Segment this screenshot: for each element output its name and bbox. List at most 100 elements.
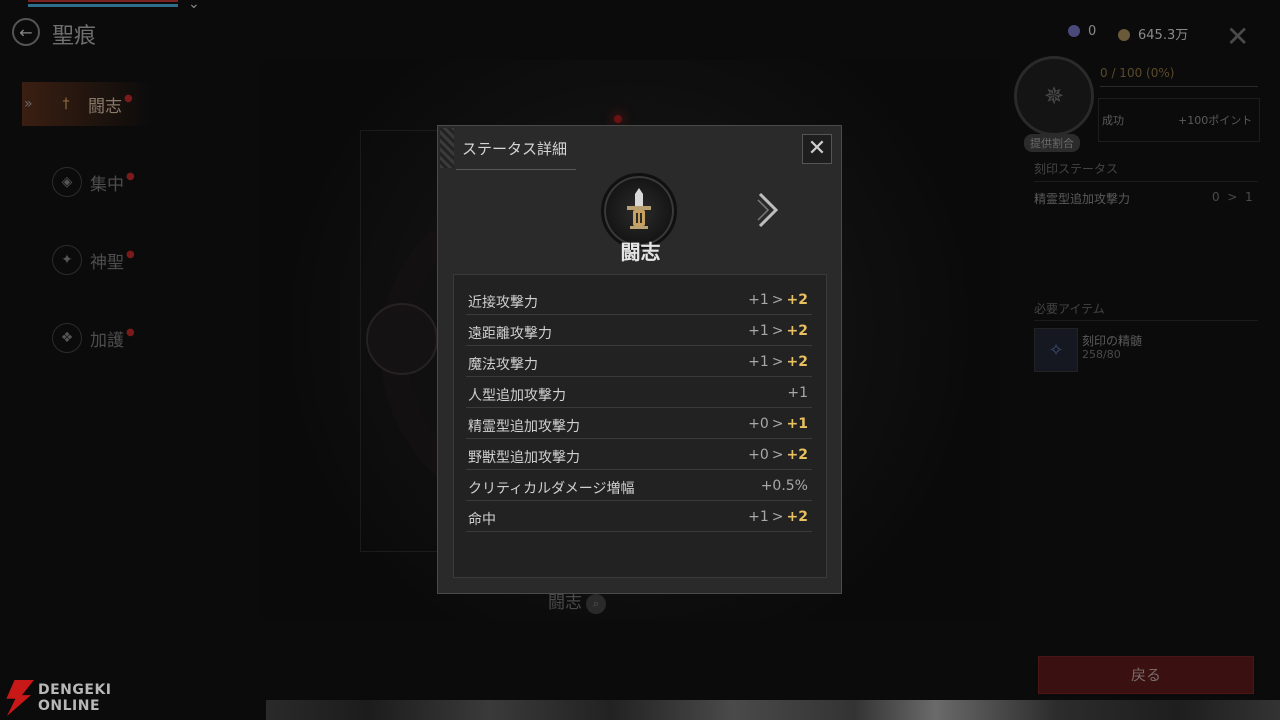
search-icon[interactable]: ⌕ bbox=[586, 594, 606, 614]
sidebar-item-label: 集中 bbox=[90, 174, 124, 195]
stat-row: 近接攻撃力 +1 > +2 bbox=[466, 285, 812, 315]
stat-name: 人型追加攻撃力 bbox=[468, 388, 566, 404]
notification-dot: ● bbox=[126, 170, 135, 182]
sword-icon bbox=[627, 188, 651, 229]
stat-from: 0 bbox=[1212, 190, 1220, 204]
gold-count: 645.3万 bbox=[1138, 28, 1189, 43]
stat-from: +1 bbox=[748, 509, 769, 525]
selected-node-label: 闘志 bbox=[548, 593, 582, 613]
arrow-icon: > bbox=[771, 509, 784, 525]
stat-value: +1 > +2 bbox=[748, 509, 808, 525]
progress-bar bbox=[1100, 86, 1258, 87]
hp-bar bbox=[28, 0, 178, 2]
section-title-items: 必要アイテム bbox=[1034, 302, 1105, 316]
notification-dot: ● bbox=[124, 92, 133, 104]
stat-value: +0 > +2 bbox=[748, 447, 808, 463]
stat-from: +1 bbox=[748, 354, 769, 370]
sidebar-item-label: 闘志 bbox=[88, 96, 122, 117]
page-title: 聖痕 bbox=[52, 24, 97, 49]
sidebar-item-kago[interactable]: ❖ 加護 ● bbox=[20, 316, 150, 360]
active-node-indicator bbox=[614, 115, 622, 123]
stat-row: 魔法攻撃力 +1 > +2 bbox=[466, 347, 812, 377]
stat-value: +1 > +2 bbox=[748, 292, 808, 308]
shield-icon: ❖ bbox=[52, 323, 82, 353]
arrow-icon: > bbox=[771, 416, 784, 432]
arrow-icon: > bbox=[771, 323, 784, 339]
rate-badge[interactable]: 提供割合 bbox=[1024, 134, 1080, 152]
stat-row: 遠距離攻撃力 +1 > +2 bbox=[466, 316, 812, 346]
close-button[interactable]: ✕ bbox=[802, 134, 832, 164]
arrow-icon: > bbox=[771, 292, 784, 308]
stat-from: +1 bbox=[787, 385, 808, 401]
modal-title: ステータス詳細 bbox=[462, 140, 568, 158]
stat-value: +1 bbox=[787, 385, 808, 401]
stat-name: 近接攻撃力 bbox=[468, 295, 538, 311]
sidebar-item-shinsei[interactable]: ✦ 神聖 ● bbox=[20, 238, 150, 282]
target-icon: ◈ bbox=[52, 167, 82, 197]
stat-to: +2 bbox=[786, 292, 808, 308]
stat-name: 精霊型追加攻撃力 bbox=[1034, 192, 1131, 206]
item-count: 258/80 bbox=[1082, 348, 1121, 361]
holy-icon: ✦ bbox=[52, 245, 82, 275]
stat-to: +1 bbox=[786, 416, 808, 432]
item-name: 刻印の精髄 bbox=[1082, 334, 1143, 348]
modal-header: ステータス詳細 ✕ bbox=[438, 126, 841, 170]
stat-change: 0 > 1 bbox=[1212, 190, 1253, 204]
notification-dot: ● bbox=[126, 326, 135, 338]
watermark-line2: ONLINE bbox=[38, 698, 101, 714]
stat-row: 精霊型追加攻撃力 +0 > +1 bbox=[466, 409, 812, 439]
stat-value: +1 > +2 bbox=[748, 354, 808, 370]
rune-slot-icon[interactable] bbox=[366, 303, 438, 375]
chevron-down-icon[interactable]: ⌄ bbox=[188, 0, 200, 12]
essence-item-icon[interactable]: ✧ bbox=[1034, 328, 1078, 372]
sidebar-item-label: 神聖 bbox=[90, 252, 124, 273]
stat-row: 人型追加攻撃力 +1 bbox=[466, 378, 812, 408]
divider bbox=[456, 169, 576, 170]
stat-value: +0.5% bbox=[761, 478, 808, 494]
stat-to: +2 bbox=[786, 354, 808, 370]
gem-icon bbox=[1068, 25, 1080, 37]
stat-name: 命中 bbox=[468, 512, 496, 528]
sidebar-item-toushi[interactable]: » † 闘志 ● bbox=[22, 82, 152, 126]
gem-count: 0 bbox=[1088, 24, 1097, 39]
stat-to: 1 bbox=[1244, 190, 1253, 204]
back-button[interactable]: 戻る bbox=[1038, 656, 1254, 694]
stat-name: 遠距離攻撃力 bbox=[468, 326, 552, 342]
notification-dot: ● bbox=[126, 248, 135, 260]
stat-to: +2 bbox=[786, 509, 808, 525]
arrow-icon: > bbox=[771, 354, 784, 370]
close-icon[interactable]: ✕ bbox=[1226, 20, 1249, 53]
success-label: 成功 bbox=[1102, 114, 1124, 127]
stat-value: +0 > +1 bbox=[748, 416, 808, 432]
stat-name: 精霊型追加攻撃力 bbox=[468, 419, 580, 435]
sword-icon: † bbox=[62, 96, 70, 112]
divider bbox=[1034, 320, 1258, 321]
gold-coin-icon bbox=[1118, 29, 1130, 41]
watermark-logo: DENGEKI ONLINE bbox=[4, 680, 124, 716]
sidebar-item-shuuchuu[interactable]: ◈ 集中 ● bbox=[20, 160, 150, 204]
lightning-bolt-icon bbox=[6, 680, 34, 716]
gold-currency: 645.3万 bbox=[1118, 24, 1188, 43]
stat-value: +1 > +2 bbox=[748, 323, 808, 339]
stat-from: +0 bbox=[748, 447, 769, 463]
gem-currency: 0 bbox=[1068, 24, 1096, 39]
chevron-right-icon[interactable] bbox=[754, 190, 782, 230]
stat-row: クリティカルダメージ増幅 +0.5% bbox=[466, 471, 812, 501]
stat-name: 野獣型追加攻撃力 bbox=[468, 450, 580, 466]
stat-name: 魔法攻撃力 bbox=[468, 357, 538, 373]
mp-bar bbox=[28, 4, 178, 7]
stat-from: +1 bbox=[748, 292, 769, 308]
stigma-emblem-icon: ✵ bbox=[1014, 56, 1094, 136]
back-arrow-icon[interactable]: ← bbox=[12, 18, 40, 46]
category-name: 闘志 bbox=[620, 240, 661, 264]
sidebar-item-label: 加護 bbox=[90, 330, 124, 351]
watermark-line1: DENGEKI bbox=[38, 682, 112, 698]
section-title-stats: 刻印ステータス bbox=[1034, 162, 1119, 176]
stat-row: 野獣型追加攻撃力 +0 > +2 bbox=[466, 440, 812, 470]
stats-list: 近接攻撃力 +1 > +2 遠距離攻撃力 +1 > +2 魔法攻撃力 +1 > +2 人型追… bbox=[453, 274, 827, 578]
stat-row: 命中 +1 > +2 bbox=[466, 502, 812, 532]
divider bbox=[1034, 181, 1258, 182]
stat-to: +2 bbox=[786, 323, 808, 339]
stat-from: +0.5% bbox=[760, 478, 808, 494]
header-grip bbox=[440, 128, 454, 168]
